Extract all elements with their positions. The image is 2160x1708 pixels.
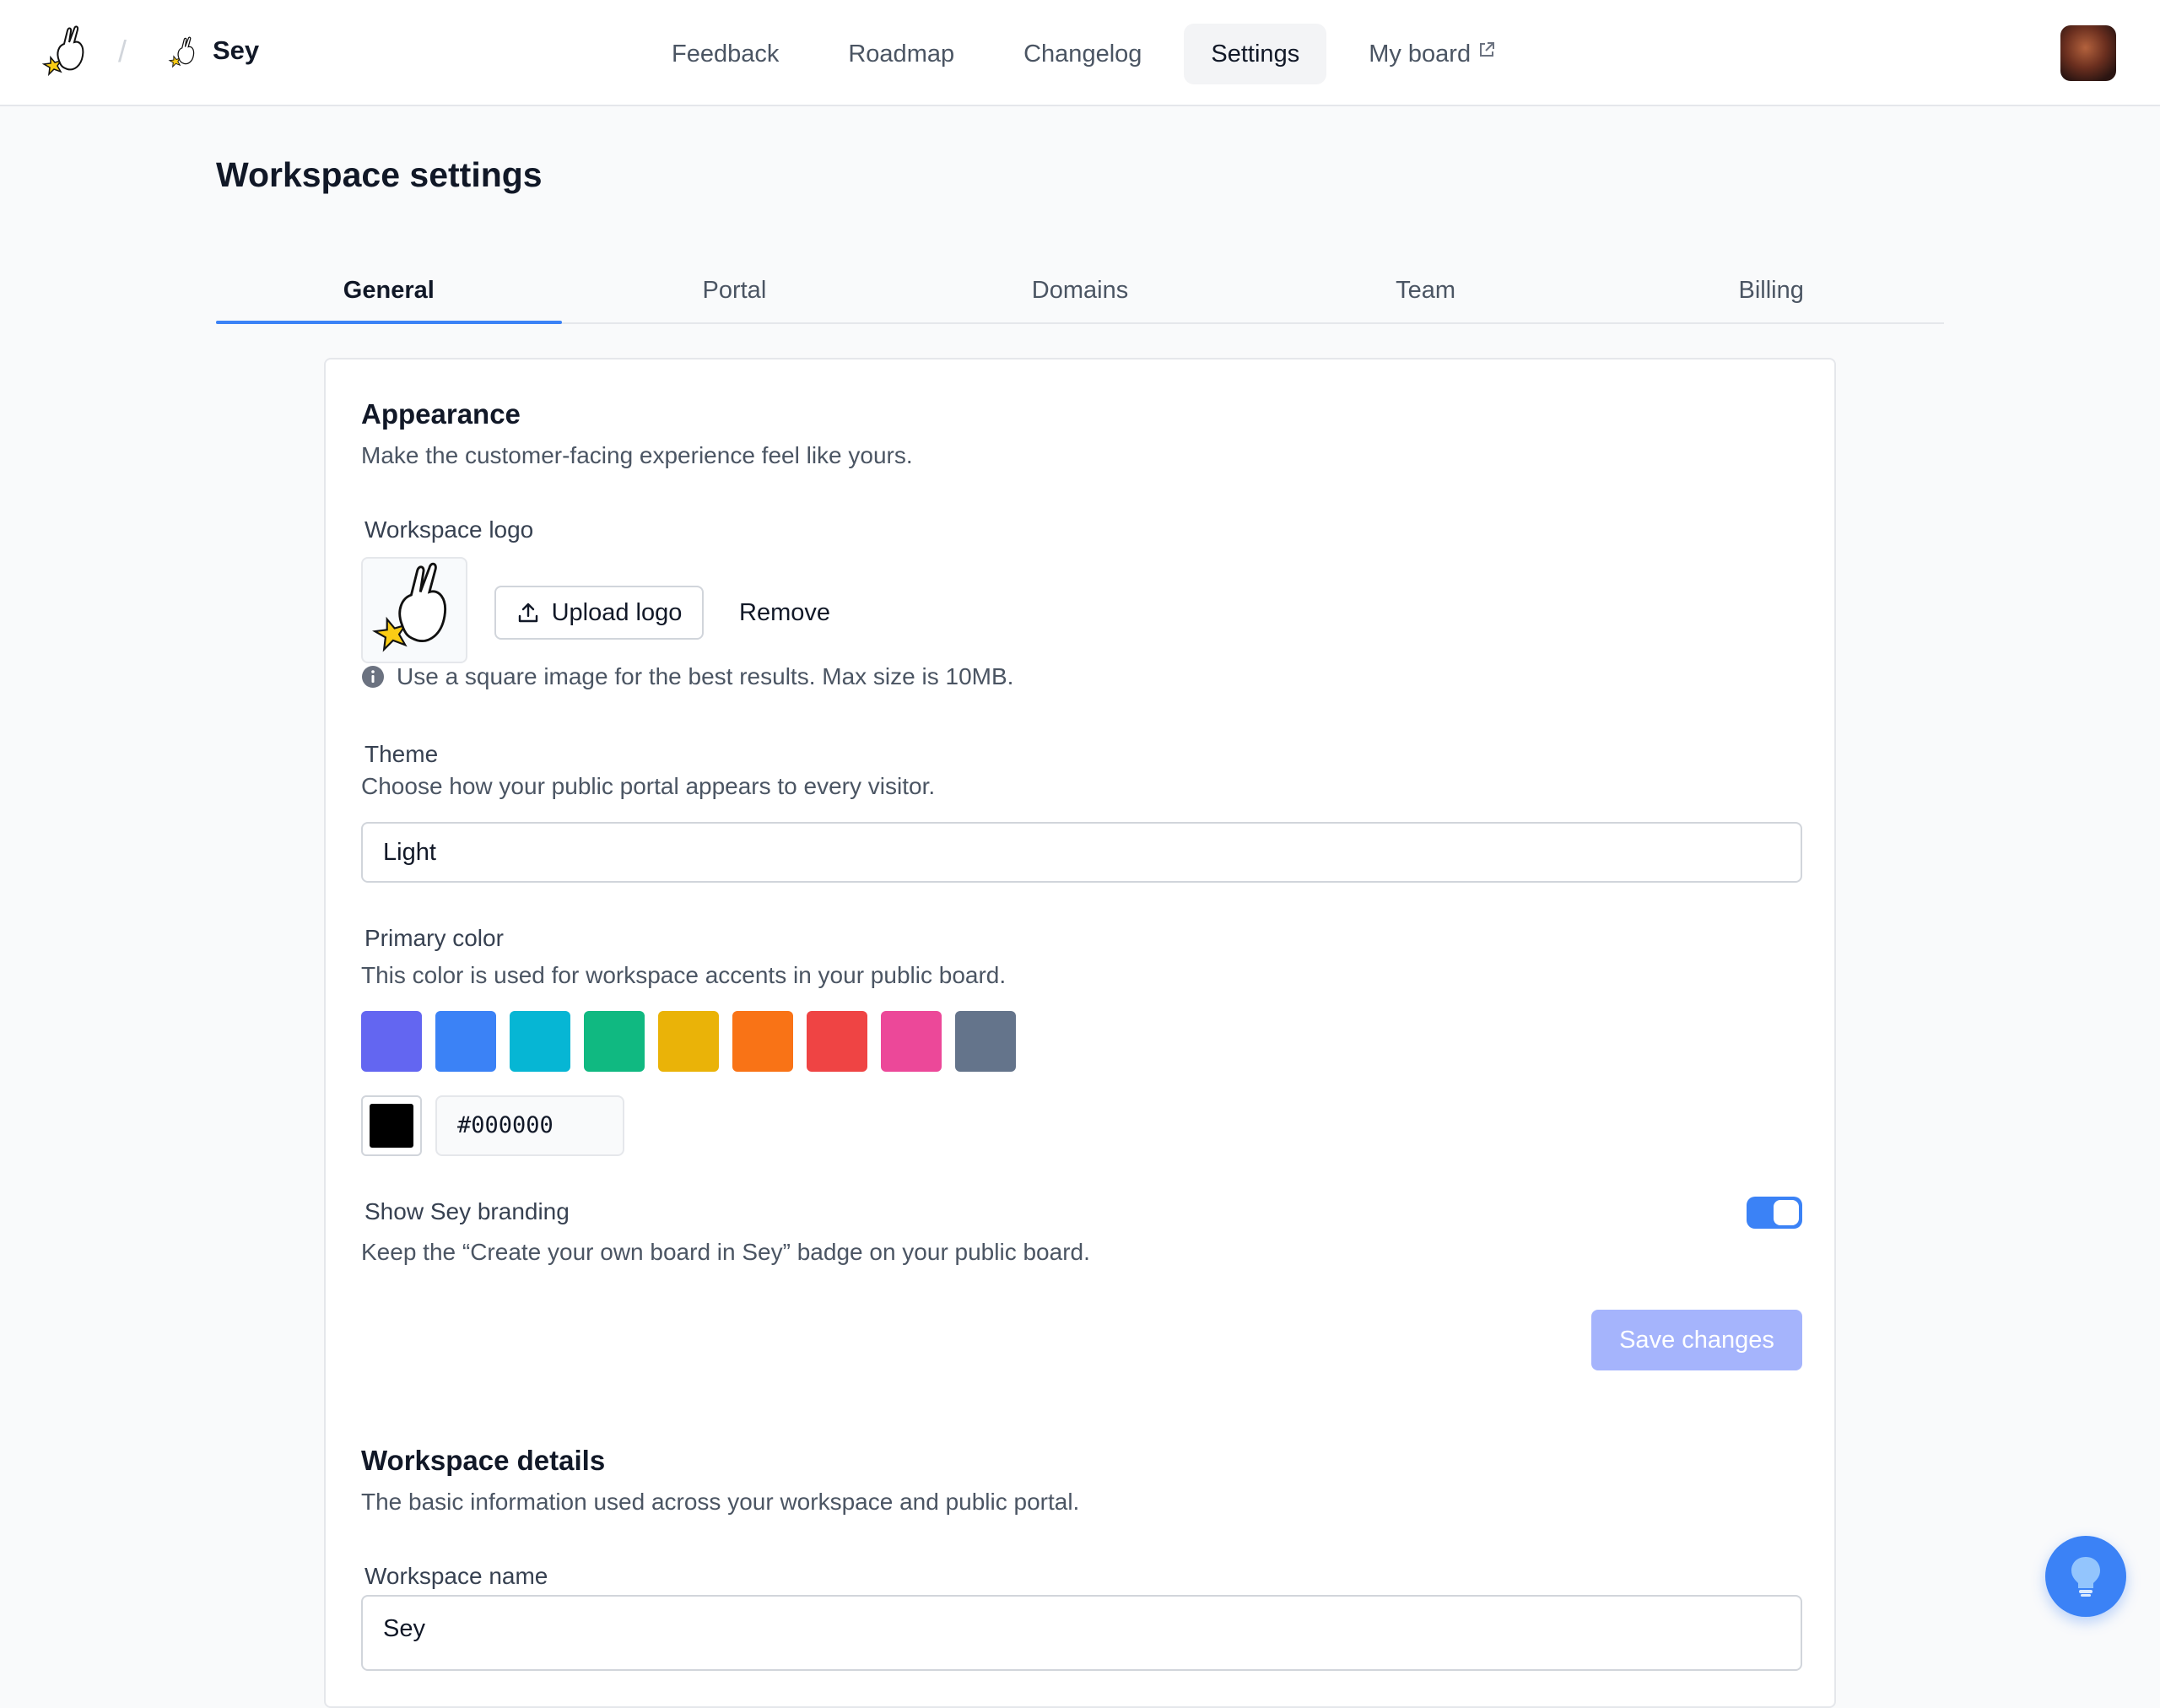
appearance-description: Make the customer-facing experience feel… <box>361 442 913 468</box>
color-swatch[interactable] <box>955 1011 1016 1072</box>
nav-roadmap[interactable]: Roadmap <box>821 24 981 84</box>
theme-select[interactable]: Light <box>361 822 1802 883</box>
branding-label: Show Sey branding <box>364 1198 570 1224</box>
remove-logo-button[interactable]: Remove <box>739 586 830 640</box>
primary-color-label: Primary color <box>364 925 504 951</box>
logo-hint-text: Use a square image for the best results.… <box>397 663 1014 689</box>
workspace-logo-preview <box>361 557 467 663</box>
primary-color-description: This color is used for workspace accents… <box>361 962 1007 988</box>
lightbulb-icon <box>2071 1557 2100 1597</box>
color-swatch[interactable] <box>510 1011 570 1072</box>
breadcrumb-separator: / <box>118 34 127 68</box>
color-swatch[interactable] <box>807 1011 867 1072</box>
tab-billing[interactable]: Billing <box>1598 262 1944 322</box>
save-changes-button[interactable]: Save changes <box>1591 1310 1802 1370</box>
branding-description: Keep the “Create your own board in Sey” … <box>361 1239 1090 1265</box>
tab-general[interactable]: General <box>216 262 562 324</box>
hand-star-logo-icon <box>372 562 447 652</box>
nav-settings[interactable]: Settings <box>1184 24 1327 84</box>
settings-tabs: General Portal Domains Team Billing <box>216 262 1944 324</box>
branding-toggle[interactable] <box>1747 1197 1802 1229</box>
color-swatch[interactable] <box>584 1011 645 1072</box>
toggle-knob <box>1774 1200 1799 1225</box>
main-nav: Feedback Roadmap Changelog Settings My b… <box>645 24 1523 84</box>
color-swatch[interactable] <box>732 1011 793 1072</box>
nav-my-board-label: My board <box>1369 41 1472 68</box>
workspace-logo-label: Workspace logo <box>364 516 534 543</box>
hex-color-input[interactable]: #000000 <box>435 1095 624 1156</box>
workspace-name-input[interactable]: Sey <box>361 1595 1802 1671</box>
user-avatar[interactable] <box>2060 25 2116 81</box>
page-title: Workspace settings <box>216 155 543 194</box>
logo-hint: Use a square image for the best results.… <box>361 663 1013 690</box>
color-swatch[interactable] <box>881 1011 942 1072</box>
nav-feedback[interactable]: Feedback <box>645 24 806 84</box>
upload-logo-label: Upload logo <box>551 598 683 626</box>
workspace-details-title: Workspace details <box>361 1445 606 1476</box>
custom-color-picker[interactable] <box>361 1095 422 1156</box>
custom-color-preview <box>370 1104 413 1148</box>
appearance-title: Appearance <box>361 398 521 430</box>
color-swatch[interactable] <box>435 1011 496 1072</box>
nav-changelog[interactable]: Changelog <box>996 24 1169 84</box>
workspace-logo-icon[interactable] <box>165 35 201 71</box>
upload-logo-button[interactable]: Upload logo <box>494 586 704 640</box>
external-link-icon <box>1480 42 1495 57</box>
tab-team[interactable]: Team <box>1253 262 1599 322</box>
theme-label: Theme <box>364 741 439 767</box>
theme-description: Choose how your public portal appears to… <box>361 773 936 799</box>
hand-star-logo-icon[interactable] <box>37 24 94 81</box>
color-swatch[interactable] <box>658 1011 719 1072</box>
workspace-name-label: Workspace name <box>364 1563 548 1589</box>
tab-domains[interactable]: Domains <box>907 262 1253 322</box>
info-icon <box>362 666 384 688</box>
upload-icon <box>518 603 537 623</box>
help-button[interactable] <box>2045 1536 2126 1617</box>
workspace-name[interactable]: Sey <box>213 35 259 66</box>
settings-card: Appearance Make the customer-facing expe… <box>324 358 1836 1708</box>
color-swatch[interactable] <box>361 1011 422 1072</box>
nav-my-board[interactable]: My board <box>1342 24 1523 84</box>
top-header: / Sey Feedback Roadmap Changelog Setting… <box>0 0 2160 106</box>
tab-portal[interactable]: Portal <box>562 262 908 322</box>
workspace-details-description: The basic information used across your w… <box>361 1489 1080 1515</box>
